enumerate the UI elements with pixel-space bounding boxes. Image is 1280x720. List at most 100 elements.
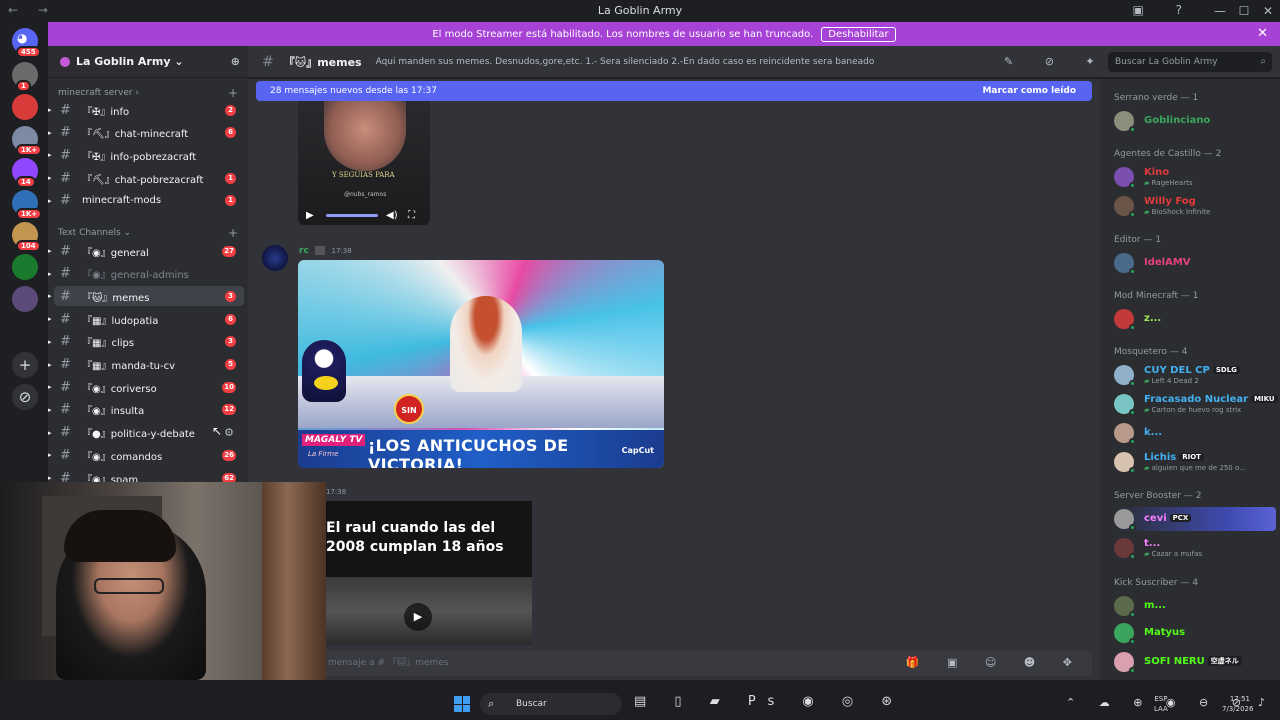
notification-icon[interactable]: ♪ <box>1258 696 1265 709</box>
channel-item[interactable]: ▸ # 『⛏』chat-minecraft 6 <box>48 123 244 143</box>
member-item[interactable]: SOFI NERU 空虚ネル <box>1114 650 1276 674</box>
discover-button[interactable]: ⊘ <box>12 384 38 410</box>
member-group-title: Mosquetero — 4 <box>1114 347 1188 357</box>
server-icon-7[interactable] <box>12 286 38 312</box>
maximize-button[interactable]: ☐ <box>1232 0 1256 22</box>
disable-streamer-button[interactable]: Deshabilitar <box>821 26 896 42</box>
hash-icon: # <box>60 402 71 418</box>
avatar[interactable] <box>262 245 288 271</box>
search-input[interactable]: Buscar La Goblin Army ⌕ <box>1108 52 1272 72</box>
chat-area: 28 mensajes nuevos desde las 17:37 Marca… <box>248 79 1100 680</box>
clock[interactable]: 17:51 7/3/2026 <box>1222 694 1253 714</box>
category-minecraft-server[interactable]: minecraft server › + <box>58 86 238 100</box>
member-item[interactable]: k... <box>1114 421 1276 445</box>
member-item[interactable]: cevi PCX <box>1114 507 1276 531</box>
status-indicator <box>1129 611 1136 618</box>
channel-label: 『⛏』chat-pobrezacraft <box>82 174 204 186</box>
video-attachment-2[interactable]: El raul cuando las del 2008 cumplan 18 a… <box>326 501 532 645</box>
volume-slider[interactable] <box>326 214 378 217</box>
server-icon-3[interactable]: 14 <box>12 158 38 188</box>
member-item[interactable]: t... ▰ Cazar a mufas <box>1114 536 1276 560</box>
home-badge: 455 <box>16 46 41 58</box>
fullscreen-icon[interactable]: ⛶ <box>408 210 415 221</box>
play-icon[interactable]: ▶ <box>404 603 432 631</box>
add-channel-icon[interactable]: + <box>228 86 238 100</box>
server-icon-1[interactable] <box>12 94 38 120</box>
server-icon-5[interactable]: 104 <box>12 222 41 252</box>
server-icon-4[interactable]: 1K+ <box>12 190 43 220</box>
status-indicator <box>1129 182 1136 189</box>
channel-topic[interactable]: Aqui manden sus memes. Desnudos,gore,etc… <box>376 57 875 67</box>
hash-icon: # <box>60 379 71 395</box>
member-item[interactable]: Goblinciano <box>1114 109 1276 133</box>
mouse-cursor-icon: ↖ <box>212 424 223 438</box>
mark-as-read-button[interactable]: Marcar como leído <box>982 81 1076 101</box>
volume-icon[interactable]: ◀) <box>386 210 398 221</box>
server-header[interactable]: La Goblin Army ⌄ ⊕ <box>48 46 248 78</box>
channel-item[interactable]: ▸ # 『✠』info 2 <box>48 100 244 120</box>
member-item[interactable]: Matyus <box>1114 621 1276 645</box>
member-item[interactable]: Lichis RIOT ▰ alguien que me de 250 o... <box>1114 450 1276 474</box>
composer-icons[interactable]: 🎁 ▣ ☺ ☻ ✥ <box>906 650 1084 676</box>
channel-item[interactable]: ▸ # 『🐱』memes 3 <box>48 286 244 307</box>
close-banner-icon[interactable]: ✕ <box>1257 26 1268 41</box>
member-item[interactable]: IdelAMV <box>1114 251 1276 275</box>
expand-arrow-icon: ▸ <box>48 315 52 324</box>
expand-arrow-icon: ▸ <box>48 360 52 369</box>
channel-item[interactable]: ▸ # 『⛏』chat-pobrezacraft 1 <box>48 168 244 188</box>
channel-item[interactable]: ▸ # 『▦』ludopatia 6 <box>48 309 244 329</box>
close-window-button[interactable]: ✕ <box>1256 0 1280 22</box>
server-icon-6[interactable] <box>12 254 38 280</box>
member-item[interactable]: CUY DEL CP SDLG ▰ Left 4 Dead 2 <box>1114 363 1276 387</box>
message-input[interactable]: mensaje a # 『🐱』memes 🎁 ▣ ☺ ☻ ✥ <box>256 650 1092 676</box>
language-indicator[interactable]: ESP LAA <box>1154 694 1168 714</box>
channel-settings-icon[interactable]: ⚙ <box>222 427 236 438</box>
clan-tag: RIOT <box>1179 453 1204 461</box>
member-item[interactable]: z... <box>1114 307 1276 331</box>
taskbar-search[interactable]: ⌕ Buscar <box>480 693 622 715</box>
channel-item[interactable]: ▸ # 『◉』coriverso 10 <box>48 377 244 397</box>
channel-item[interactable]: ▸ # minecraft-mods 1 <box>48 191 244 211</box>
category-text-channels[interactable]: Text Channels ⌄ + <box>58 226 238 240</box>
member-item[interactable]: Willy Fog ▰ BioShock Infinite <box>1114 194 1276 218</box>
channel-item[interactable]: ▸ # 『◉』insulta 12 <box>48 400 244 420</box>
game-controller-icon: ▰ <box>1144 406 1152 414</box>
server-icon-0[interactable]: 1 <box>12 62 38 92</box>
expand-arrow-icon: ▸ <box>48 151 52 160</box>
avatar <box>1114 623 1136 645</box>
video-attachment-1[interactable]: Y SEGUIAS PARA @nubs_ramos ▶ ◀) ⛶ <box>298 101 430 225</box>
taskbar-apps[interactable]: ▤ ▯ ▰ Ps ◉ ◎ ⊛ <box>634 694 904 709</box>
channel-label: 『✠』info <box>82 106 130 118</box>
channel-item[interactable]: ▸ # 『◉』general 27 <box>48 241 244 261</box>
member-item[interactable]: Kino ▰ RageHearts <box>1114 165 1276 189</box>
home-button[interactable]: ◕ 455 <box>12 28 41 58</box>
channel-item[interactable]: ▸ # 『▦』manda-tu-cv 5 <box>48 355 244 375</box>
windows-start-icon[interactable] <box>454 696 470 712</box>
member-name: Goblinciano <box>1144 115 1211 126</box>
member-item[interactable]: Fracasado Nuclear MIKU ▰ Carton de huevo r… <box>1114 392 1278 416</box>
channel-item[interactable]: ▸ # 『◉』general-admins <box>48 264 244 284</box>
add-server-button[interactable]: + <box>12 352 38 378</box>
channel-item[interactable]: ▸ # 『◉』comandos 26 <box>48 445 244 465</box>
play-icon[interactable]: ▶ <box>306 210 314 221</box>
member-name: Matyus <box>1144 627 1186 638</box>
channel-item[interactable]: ▸ # 『▦』clips 3 <box>48 332 244 352</box>
unread-count: 26 <box>222 449 236 461</box>
channel-header: # 『🐱』memes Aqui manden sus memes. Desnud… <box>248 46 1280 78</box>
search-icon: ⌕ <box>488 697 495 710</box>
hash-icon: # <box>60 147 71 163</box>
member-group-title: Mod Minecraft — 1 <box>1114 291 1199 301</box>
member-item[interactable]: m... <box>1114 594 1276 618</box>
minimize-button[interactable]: — <box>1208 0 1232 22</box>
hash-icon: # <box>60 193 71 209</box>
new-messages-bar[interactable]: 28 mensajes nuevos desde las 17:37 Marca… <box>256 81 1092 101</box>
channel-item[interactable]: ▸ # 『✠』info-pobrezacraft <box>48 145 244 165</box>
add-channel-icon[interactable]: + <box>228 226 238 240</box>
message-author[interactable]: rc <box>299 246 309 256</box>
titlebar-icons[interactable]: ▣ ? <box>1132 3 1196 17</box>
invite-icon[interactable]: ⊕ <box>231 55 240 68</box>
image-attachment[interactable]: SIN MAGALY TV La Firme ¡LOS ANTICUCHOS D… <box>298 260 664 468</box>
status-indicator <box>1129 268 1136 275</box>
clan-tag: SDLG <box>1212 366 1240 374</box>
server-icon-2[interactable]: 1K+ <box>12 126 43 156</box>
